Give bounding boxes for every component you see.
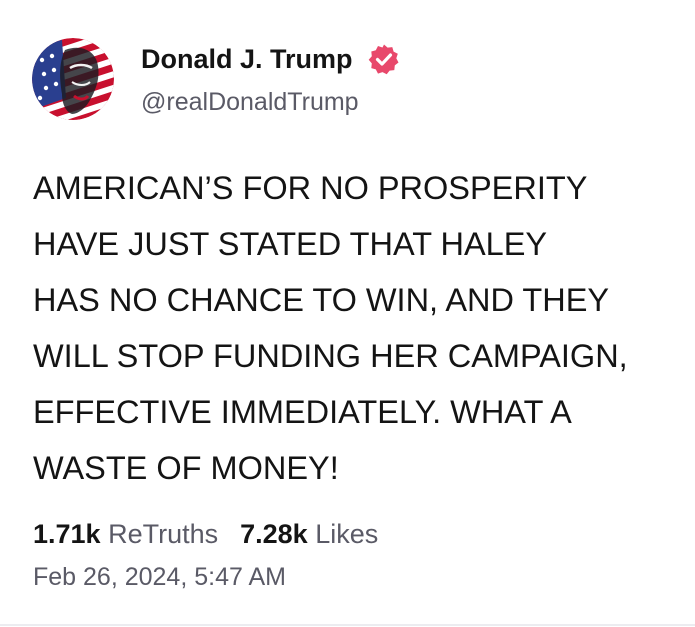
post-body-line: EFFECTIVE IMMEDIATELY. WHAT A [33, 394, 572, 430]
author-handle[interactable]: @realDonaldTrump [141, 86, 359, 118]
avatar[interactable] [32, 38, 114, 120]
post-body: AMERICAN’S FOR NO PROSPERITY HAVE JUST S… [33, 160, 683, 496]
likes-stat[interactable]: 7.28k Likes [240, 516, 378, 552]
verified-badge-icon [368, 44, 399, 75]
author-name[interactable]: Donald J. Trump [141, 42, 353, 76]
post-timestamp[interactable]: Feb 26, 2024, 5:47 AM [33, 561, 286, 593]
retruths-label: ReTruths [108, 519, 219, 549]
likes-label: Likes [315, 519, 379, 549]
post-body-line: WASTE OF MONEY! [33, 450, 339, 486]
post-body-line: WILL STOP FUNDING HER CAMPAIGN, [33, 338, 628, 374]
post-body-line: AMERICAN’S FOR NO PROSPERITY [33, 170, 588, 206]
likes-count: 7.28k [240, 519, 308, 549]
post-body-line: HAS NO CHANCE TO WIN, AND THEY [33, 282, 610, 318]
flag-portrait-icon [32, 38, 114, 120]
divider [0, 624, 695, 626]
post-card: Donald J. Trump @realDonaldTrump AMERICA… [0, 0, 695, 627]
post-body-line: HAVE JUST STATED THAT HALEY [33, 226, 548, 262]
retruths-stat[interactable]: 1.71k ReTruths [33, 516, 218, 552]
retruths-count: 1.71k [33, 519, 101, 549]
post-stats: 1.71k ReTruths 7.28k Likes [33, 516, 378, 552]
